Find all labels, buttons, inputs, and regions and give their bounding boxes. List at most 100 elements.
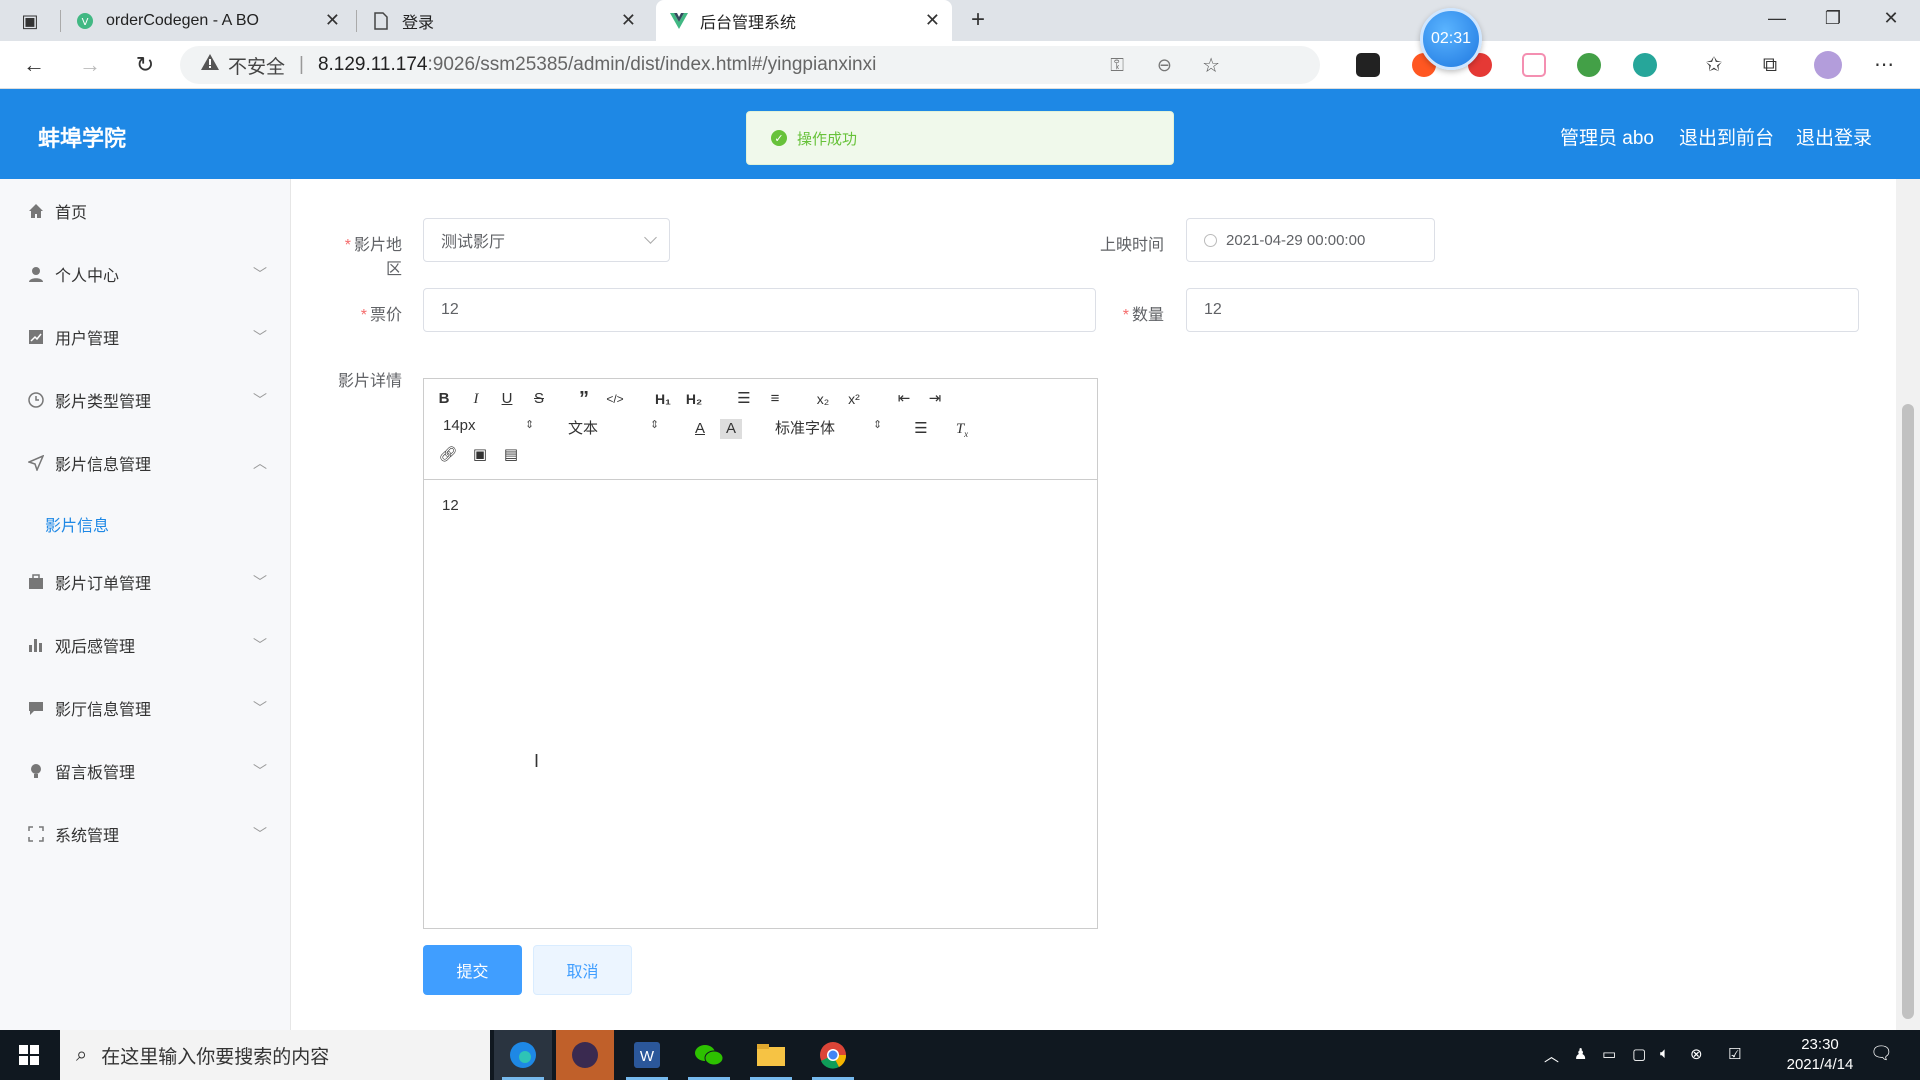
editor-content[interactable]: 12 (442, 497, 459, 514)
sidebar-item-reviews[interactable]: 观后感管理 ﹀ (0, 623, 291, 667)
tab-login[interactable]: 登录 ✕ (358, 0, 648, 41)
network-icon[interactable]: ▢ (1632, 1045, 1646, 1063)
bar-chart-icon (27, 636, 45, 654)
ordered-list-icon[interactable]: ☰ (733, 389, 755, 409)
edge-taskbar-icon[interactable] (494, 1030, 552, 1080)
sidebar-item-movie-orders[interactable]: 影片订单管理 ﹀ (0, 560, 291, 604)
blockquote-icon[interactable]: ” (573, 389, 595, 409)
windows-start-button[interactable] (0, 1030, 58, 1080)
tab-actions-icon[interactable]: ▣ (16, 7, 44, 35)
notifications-icon[interactable]: 🗨︎ (1870, 1043, 1893, 1064)
sidebar-item-movie-types[interactable]: 影片类型管理 ﹀ (0, 378, 291, 422)
clear-format-icon[interactable]: Tx (951, 419, 973, 439)
outdent-icon[interactable]: ⇤ (893, 389, 915, 409)
file-explorer-taskbar-icon[interactable] (742, 1030, 800, 1080)
qq-tray-icon[interactable]: ♟ (1574, 1045, 1587, 1063)
tray-close-icon[interactable]: ⊗ (1690, 1045, 1703, 1063)
back-to-front-link[interactable]: 退出到前台 (1679, 123, 1774, 150)
bullet-list-icon[interactable]: ≡ (764, 389, 786, 409)
chevron-up-icon: ︿ (253, 455, 267, 471)
extension-icon-6[interactable] (1633, 53, 1657, 77)
background-color-icon[interactable]: A (720, 419, 742, 439)
close-icon[interactable]: ✕ (621, 10, 636, 31)
collections-icon[interactable]: ⧉ (1756, 51, 1784, 79)
bold-icon[interactable]: B (433, 389, 455, 409)
close-icon[interactable]: ✕ (925, 10, 940, 31)
favorites-icon[interactable]: ✩ (1700, 51, 1728, 79)
font-color-icon[interactable]: A (689, 419, 711, 439)
sidebar-item-profile[interactable]: 个人中心 ﹀ (0, 252, 291, 296)
quantity-input[interactable]: 12 (1186, 288, 1859, 332)
back-icon[interactable]: ← (20, 51, 48, 79)
subscript-icon[interactable]: x₂ (812, 389, 834, 409)
address-toolbar: ← → ↻ 不安全 | 8.129.11.174:9026/ssm25385/a… (0, 41, 1920, 89)
sidebar-item-label: 首页 (55, 205, 88, 222)
close-icon[interactable]: ✕ (325, 10, 340, 31)
system-clock[interactable]: 23:30 2021/4/14 (1760, 1035, 1880, 1075)
price-input[interactable]: 12 (423, 288, 1096, 332)
italic-icon[interactable]: I (465, 389, 487, 409)
sidebar-item-guestbook[interactable]: 留言板管理 ﹀ (0, 749, 291, 793)
font-family-select[interactable]: 标准字体 ⇕ (775, 417, 883, 438)
tab-ordercodegen[interactable]: V orderCodegen - A BO ✕ (62, 0, 352, 41)
forward-icon[interactable]: → (76, 51, 104, 79)
checkmark-tray-icon[interactable]: ☑ (1728, 1045, 1741, 1063)
more-menu-icon[interactable]: ⋯ (1870, 51, 1898, 79)
release-date-picker[interactable]: 2021-04-29 00:00:00 (1186, 218, 1435, 262)
restore-button[interactable]: ❐ (1818, 8, 1848, 29)
font-size-select[interactable]: 14px ⇕ (443, 417, 535, 434)
submit-button[interactable]: 提交 (423, 945, 522, 995)
sidebar-item-system[interactable]: 系统管理 ﹀ (0, 812, 291, 856)
align-icon[interactable]: ☰ (910, 419, 932, 439)
sidebar-item-halls[interactable]: 影厅信息管理 ﹀ (0, 686, 291, 730)
sidebar-item-users[interactable]: 用户管理 ﹀ (0, 315, 291, 359)
tab-admin-system[interactable]: 后台管理系统 ✕ (656, 0, 952, 41)
chevron-down-icon: ﹀ (253, 637, 267, 653)
heading1-icon[interactable]: H₁ (652, 389, 674, 409)
taskbar-search[interactable]: ⌕ 在这里输入你要搜索的内容 (60, 1030, 490, 1080)
image-icon[interactable]: ▣ (469, 445, 491, 465)
heading2-icon[interactable]: H₂ (683, 389, 705, 409)
tray-expand-icon[interactable]: ︿ (1544, 1045, 1559, 1066)
extension-icon-1[interactable] (1356, 53, 1380, 77)
scrollbar-thumb[interactable] (1902, 404, 1914, 1019)
region-select[interactable]: 测试影厅 (423, 218, 670, 262)
video-icon[interactable]: ▤ (500, 445, 522, 465)
page-scrollbar[interactable] (1896, 179, 1920, 1030)
volume-icon[interactable]: 🔈︎ (1660, 1045, 1669, 1062)
zoom-out-icon[interactable]: ⊖ (1157, 55, 1172, 76)
minimize-button[interactable]: — (1762, 8, 1792, 29)
browser-tab-bar: ▣ V orderCodegen - A BO ✕ 登录 ✕ 后台管理系统 ✕ … (0, 0, 1920, 41)
wechat-taskbar-icon[interactable] (680, 1030, 738, 1080)
sidebar-subitem-movie-info[interactable]: 影片信息 (45, 512, 109, 536)
recording-timer-badge[interactable]: 02:31 (1420, 8, 1482, 70)
address-bar[interactable]: 不安全 | 8.129.11.174:9026/ssm25385/admin/d… (180, 46, 1320, 84)
key-icon[interactable]: ⚿ (1110, 55, 1124, 76)
underline-icon[interactable]: U (496, 389, 518, 409)
code-icon[interactable]: </> (604, 389, 626, 409)
block-type-select[interactable]: 文本 ⇕ (568, 417, 660, 438)
windows-logo-icon (19, 1045, 39, 1065)
battery-icon[interactable]: ▭ (1602, 1045, 1616, 1063)
extension-icon-4[interactable] (1522, 53, 1546, 77)
refresh-icon[interactable]: ↻ (131, 51, 159, 79)
logout-link[interactable]: 退出登录 (1796, 123, 1872, 150)
favorite-add-icon[interactable]: ☆ (1202, 53, 1220, 78)
indent-icon[interactable]: ⇥ (924, 389, 946, 409)
extension-icon-5[interactable] (1577, 53, 1601, 77)
new-tab-button[interactable]: + (964, 6, 992, 34)
window-close-button[interactable]: ✕ (1876, 8, 1906, 29)
sidebar-item-movie-info[interactable]: 影片信息管理 ︿ (0, 441, 291, 485)
word-taskbar-icon[interactable]: W (618, 1030, 676, 1080)
superscript-icon[interactable]: x² (843, 389, 865, 409)
price-label: * 票价 (360, 307, 402, 324)
link-icon[interactable]: 🔗︎ (437, 445, 459, 465)
sidebar-item-home[interactable]: 首页 (0, 189, 291, 233)
profile-avatar[interactable] (1814, 51, 1842, 79)
chrome-taskbar-icon[interactable] (804, 1030, 862, 1080)
sidebar: 首页 个人中心 ﹀ 用户管理 ﹀ 影片类型管理 ﹀ 影片信息管理 ︿ 影片信息 … (0, 179, 291, 1030)
app-taskbar-icon[interactable] (556, 1030, 614, 1080)
chevron-down-icon: ﹀ (253, 700, 267, 716)
cancel-button[interactable]: 取消 (533, 945, 632, 995)
strikethrough-icon[interactable]: S (528, 389, 550, 409)
